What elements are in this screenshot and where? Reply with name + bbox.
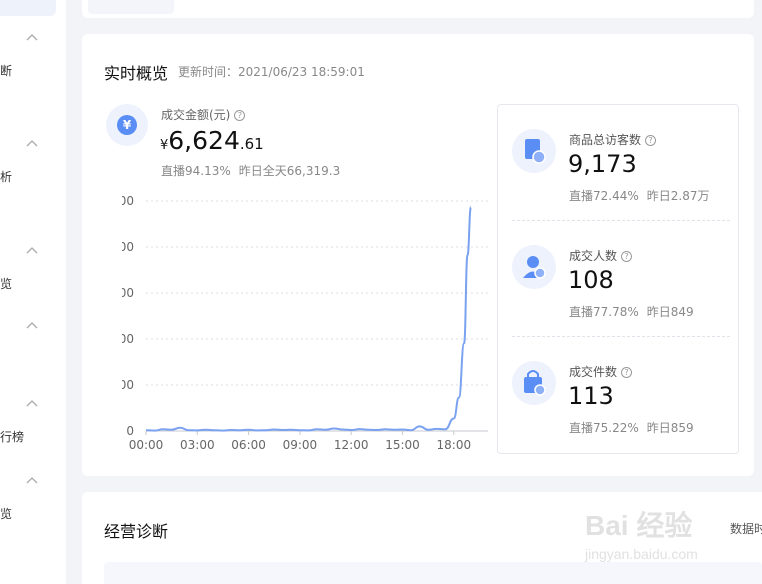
stat-block: 成交件数? 113 直播75.22% 昨日859 [498, 337, 740, 453]
stats-panel: 商品总访客数? 9,173 直播72.44% 昨日2.87万成交人数? 108 直播77.… [497, 104, 739, 454]
stat-live-share: 直播77.78% [569, 305, 639, 319]
y-tick-label: 5500 [122, 194, 134, 208]
realtime-overview-card: 实时概览 更新时间：2021/06/23 18:59:01 ¥ 成交金额(元)?… [82, 34, 754, 476]
x-tick-label: 03:00 [180, 438, 215, 452]
stat-label: 商品总访客数? [569, 131, 657, 148]
sidebar-item-label: 断 [0, 64, 13, 78]
x-tick-label: 00:00 [129, 438, 164, 452]
x-tick-label: 15:00 [385, 438, 420, 452]
order-items-icon [512, 361, 556, 405]
overview-title: 实时概览 [104, 64, 169, 83]
y-tick-label: 3300 [122, 286, 134, 300]
stat-block: 成交人数? 108 直播77.78% 昨日849 [498, 221, 740, 337]
stat-block: 商品总访客数? 9,173 直播72.44% 昨日2.87万 [498, 105, 740, 221]
stat-live-share: 直播72.44% [569, 189, 639, 203]
stat-label: 成交件数? [569, 363, 633, 380]
y-tick-label: 0 [126, 424, 134, 438]
gmv-sub: 直播94.13% 昨日全天66,319.3 [161, 162, 340, 179]
chevron-up-icon[interactable] [26, 32, 38, 42]
stat-sub: 直播72.44% 昨日2.87万 [569, 187, 710, 204]
stat-label-text: 成交件数 [569, 365, 618, 379]
stat-value: 108 [568, 266, 614, 294]
sidebar-group[interactable]: 断 [0, 32, 66, 92]
sidebar-item-label: 析 [0, 170, 13, 184]
sidebar-item-label: 览 [0, 277, 13, 291]
x-tick-label: 12:00 [334, 438, 369, 452]
gmv-line-chart: 0 1100 2200 3300 4400 5500 00:00 03:00 06:00 09:0… [122, 189, 492, 457]
product-visitor-icon [512, 129, 556, 173]
chevron-up-icon[interactable] [26, 245, 38, 255]
gmv-label-text: 成交金额(元) [161, 108, 231, 122]
help-icon[interactable]: ? [621, 251, 633, 262]
stat-yesterday: 昨日849 [646, 305, 694, 319]
y-tick-label: 4400 [122, 240, 134, 254]
stat-label-text: 成交人数 [569, 249, 618, 263]
dashboard-root: 断析览行榜览 实时概览 更新时间：2021/06/23 18:59:01 ¥ 成… [0, 0, 762, 584]
x-tick-label: 18:00 [437, 438, 472, 452]
gmv-integer: 6,624 [168, 126, 240, 155]
sidebar-group[interactable] [0, 320, 66, 380]
help-icon[interactable]: ? [645, 135, 657, 146]
gmv-live-share: 直播94.13% [161, 164, 231, 178]
left-sidebar: 断析览行榜览 [0, 0, 66, 584]
sidebar-group[interactable]: 览 [0, 245, 66, 305]
sidebar-group[interactable]: 览 [0, 475, 66, 535]
stat-sub: 直播75.22% 昨日859 [569, 419, 694, 436]
top-strip-thumb [88, 0, 174, 14]
gmv-yesterday: 昨日全天66,319.3 [238, 164, 341, 178]
sidebar-group[interactable]: 行榜 [0, 398, 66, 458]
chevron-up-icon[interactable] [26, 138, 38, 148]
stat-value: 9,173 [568, 150, 637, 178]
sidebar-active-item[interactable] [0, 0, 56, 16]
gmv-label: 成交金额(元)? [161, 106, 246, 123]
top-strip-card [82, 0, 754, 18]
chevron-up-icon[interactable] [26, 398, 38, 408]
watermark-main: Bai 经验 [585, 510, 693, 541]
stat-sub: 直播77.78% 昨日849 [569, 303, 694, 320]
x-tick-label: 06:00 [231, 438, 266, 452]
gmv-series-line [145, 206, 472, 432]
stat-label: 成交人数? [569, 247, 633, 264]
chevron-up-icon[interactable] [26, 320, 38, 330]
stat-yesterday: 昨日859 [646, 421, 694, 435]
watermark-sub: jingyan.baidu.com [585, 546, 698, 562]
sidebar-item-label: 行榜 [0, 430, 25, 444]
chevron-up-icon[interactable] [26, 475, 38, 485]
yuan-symbol-glyph: ¥ [117, 115, 137, 135]
x-tick-label: 09:00 [283, 438, 318, 452]
gmv-decimal: .61 [239, 135, 264, 153]
yuan-coin-icon: ¥ [106, 104, 148, 146]
help-icon[interactable]: ? [234, 110, 246, 121]
baidu-jingyan-watermark: Bai 经验 jingyan.baidu.com [585, 498, 720, 572]
stat-label-text: 商品总访客数 [569, 133, 642, 147]
help-icon[interactable]: ? [621, 367, 633, 378]
buyer-count-icon [512, 245, 556, 289]
y-tick-label: 2200 [122, 332, 134, 346]
stat-value: 113 [568, 382, 614, 410]
gmv-value: ¥6,624.61 [160, 126, 264, 155]
diagnosis-title: 经营诊断 [104, 522, 169, 541]
sidebar-group[interactable]: 析 [0, 138, 66, 198]
chart-svg: 0 1100 2200 3300 4400 5500 00:00 03:00 06:00 09:0… [122, 194, 488, 452]
update-time: 更新时间：2021/06/23 18:59:01 [178, 65, 365, 79]
stat-yesterday: 昨日2.87万 [646, 189, 710, 203]
diagnosis-data-time-label: 数据时 [730, 522, 762, 536]
stat-live-share: 直播75.22% [569, 421, 639, 435]
y-tick-label: 1100 [122, 378, 134, 392]
sidebar-item-label: 览 [0, 507, 13, 521]
